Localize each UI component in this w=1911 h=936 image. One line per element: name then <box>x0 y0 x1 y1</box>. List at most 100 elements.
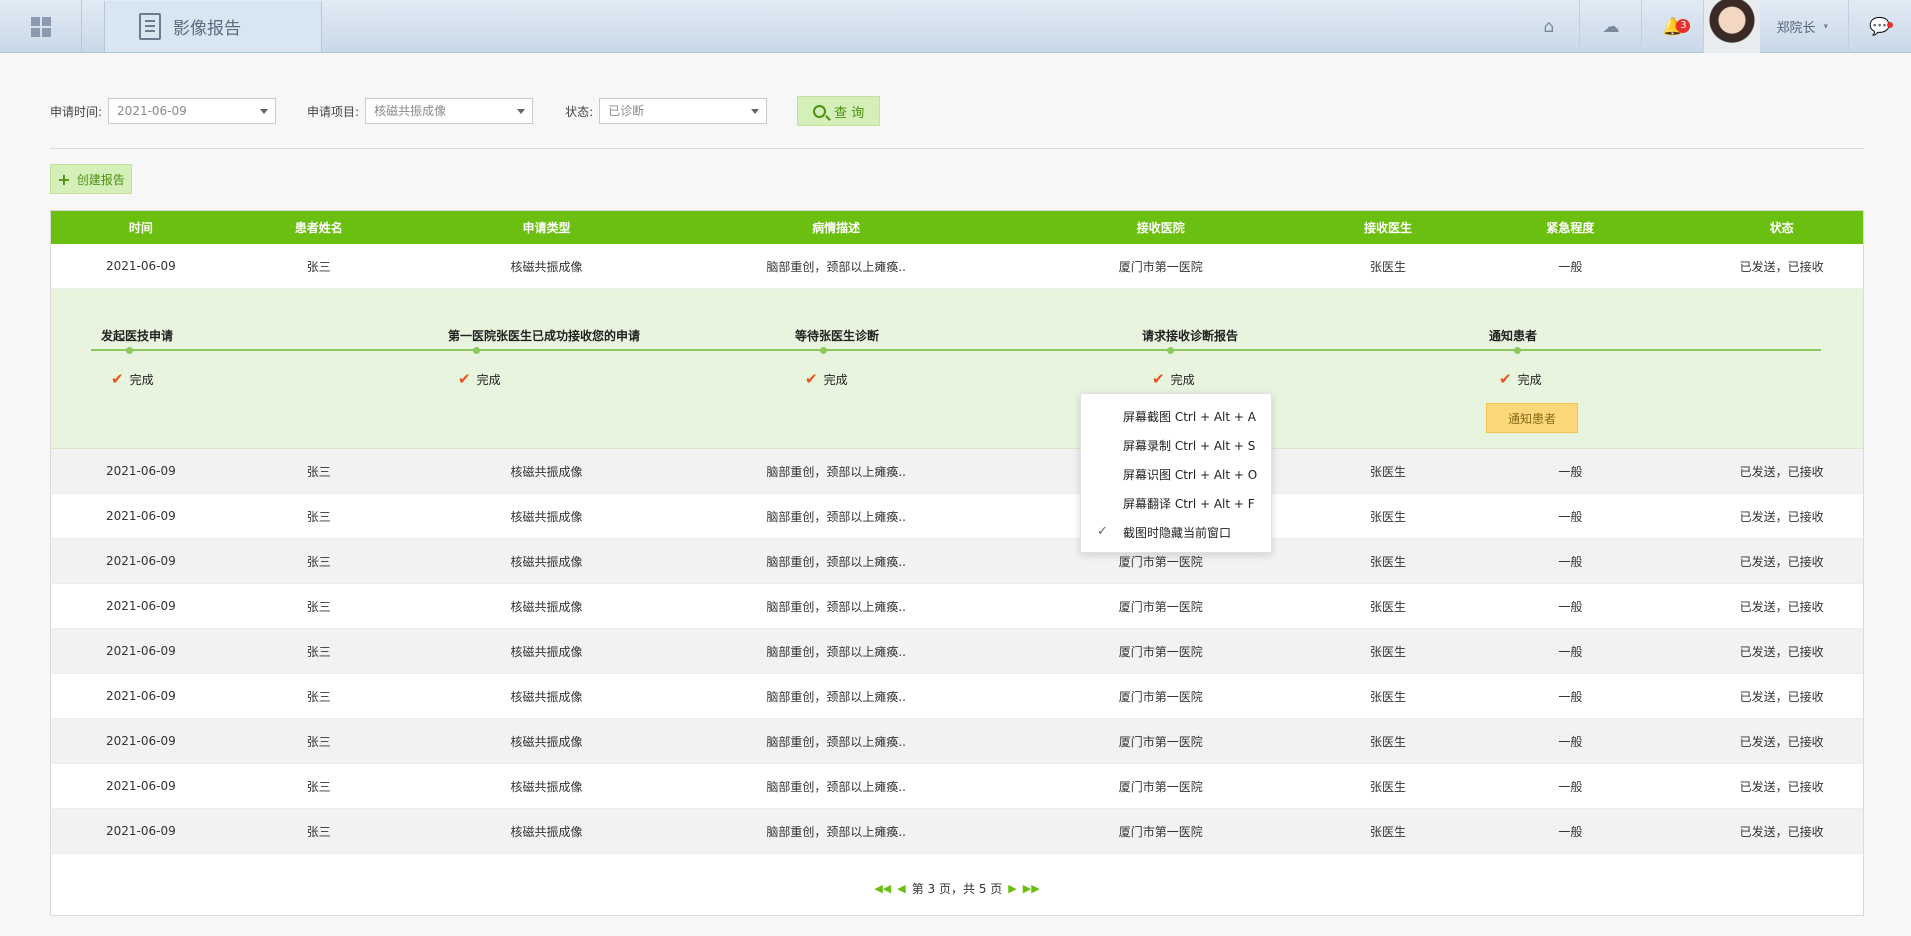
query-button[interactable]: 查 询 <box>797 96 881 126</box>
table-row[interactable]: 2021-06-09 张三 核磁共振成像 脑部重创，颈部以上瘫痪.. 厦门市第一… <box>51 494 1863 539</box>
table-row[interactable]: 2021-06-09 张三 核磁共振成像 脑部重创，颈部以上瘫痪.. 厦门市第一… <box>51 539 1863 584</box>
cell-status: 已发送，已接收 <box>1739 779 1824 794</box>
check-icon: ✔ <box>805 370 818 388</box>
cell-hospital: 厦门市第一医院 <box>1118 259 1203 274</box>
table-row[interactable]: 2021-06-09 张三 核磁共振成像 脑部重创，颈部以上瘫痪.. 厦门市第一… <box>51 449 1863 494</box>
notifications-button[interactable]: 🔔 3 <box>1642 0 1705 53</box>
menu-item-screen-translate[interactable]: 屏幕翻译 Ctrl + Alt + F <box>1081 489 1271 518</box>
cell-description: 脑部重创，颈部以上瘫痪.. <box>766 824 906 839</box>
app-grid-menu-button[interactable] <box>0 0 82 53</box>
cell-type: 核磁共振成像 <box>510 734 583 749</box>
cell-time: 2021-06-09 <box>106 509 176 523</box>
cell-hospital: 厦门市第一医院 <box>1118 644 1203 659</box>
notify-patient-button[interactable]: 通知患者 <box>1486 403 1578 433</box>
date-select[interactable]: 2021-06-09 <box>108 98 277 124</box>
menu-item-screen-ocr[interactable]: 屏幕识图 Ctrl + Alt + O <box>1081 460 1271 489</box>
column-header: 紧急程度 <box>1546 221 1595 235</box>
cell-doctor: 张医生 <box>1370 644 1407 659</box>
home-icon: ⌂ <box>1543 16 1555 37</box>
table-row[interactable]: 2021-06-09 张三 核磁共振成像 脑部重创，颈部以上瘫痪.. 厦门市第一… <box>51 809 1863 854</box>
plus-icon: + <box>57 169 71 189</box>
last-page-icon[interactable]: ▶▶ <box>1023 882 1040 895</box>
cell-time: 2021-06-09 <box>106 599 176 613</box>
cell-description: 脑部重创，颈部以上瘫痪.. <box>766 689 906 704</box>
table-row[interactable]: 2021-06-09 张三 核磁共振成像 脑部重创，颈部以上瘫痪.. 厦门市第一… <box>51 584 1863 629</box>
step-status: ✔ 完成 <box>805 370 848 388</box>
cell-status: 已发送，已接收 <box>1739 464 1824 479</box>
module-tab-imaging-report[interactable]: 影像报告 <box>104 1 322 52</box>
table-row[interactable]: 2021-06-09 张三 核磁共振成像 脑部重创，颈部以上瘫痪.. 厦门市第一… <box>51 244 1863 289</box>
column-header: 接收医生 <box>1364 221 1413 235</box>
cell-doctor: 张医生 <box>1370 689 1407 704</box>
project-select[interactable]: 核磁共振成像 <box>365 98 534 124</box>
messages-button[interactable]: 💬 <box>1849 0 1911 53</box>
timeline-step: 等待张医生诊断 ✔ 完成 <box>795 327 879 388</box>
timeline-step: 通知患者 ✔ 完成 <box>1489 327 1542 388</box>
cell-description: 脑部重创，颈部以上瘫痪.. <box>766 644 906 659</box>
timeline-line <box>91 349 1821 351</box>
cell-doctor: 张医生 <box>1370 599 1407 614</box>
project-value: 核磁共振成像 <box>374 104 447 118</box>
column-header: 时间 <box>128 221 153 235</box>
cell-type: 核磁共振成像 <box>510 779 583 794</box>
cell-status: 已发送，已接收 <box>1739 509 1824 524</box>
cell-description: 脑部重创，颈部以上瘫痪.. <box>766 259 906 274</box>
table-row[interactable]: 2021-06-09 张三 核磁共振成像 脑部重创，颈部以上瘫痪.. 厦门市第一… <box>51 629 1863 674</box>
cell-type: 核磁共振成像 <box>510 644 583 659</box>
cell-urgency: 一般 <box>1558 599 1583 614</box>
next-page-icon[interactable]: ▶ <box>1008 882 1016 895</box>
column-header: 病情描述 <box>812 221 861 235</box>
check-icon: ✔ <box>111 370 124 388</box>
cell-status: 已发送，已接收 <box>1739 599 1824 614</box>
status-select[interactable]: 已诊断 <box>599 98 768 124</box>
menu-item-hide-window[interactable]: ✓ 截图时隐藏当前窗口 <box>1081 518 1271 547</box>
cell-patient: 张三 <box>306 509 331 524</box>
date-label: 申请时间: <box>50 104 103 119</box>
cell-patient: 张三 <box>306 824 331 839</box>
cloud-button[interactable]: ☁ <box>1580 0 1643 53</box>
create-report-label: 创建报告 <box>76 172 125 187</box>
timeline-step: 请求接收诊断报告 ✔ 完成 <box>1142 327 1238 388</box>
cell-urgency: 一般 <box>1558 644 1583 659</box>
cell-status: 已发送，已接收 <box>1739 554 1824 569</box>
screenshot-context-menu: 屏幕截图 Ctrl + Alt + A 屏幕录制 Ctrl + Alt + S … <box>1080 393 1272 553</box>
cell-status: 已发送，已接收 <box>1739 824 1824 839</box>
cell-type: 核磁共振成像 <box>510 259 583 274</box>
chevron-down-icon: ▾ <box>1823 21 1828 32</box>
cell-urgency: 一般 <box>1558 779 1583 794</box>
timeline-step: 发起医技申请 ✔ 完成 <box>101 327 174 388</box>
cell-type: 核磁共振成像 <box>510 689 583 704</box>
divider <box>50 148 1864 149</box>
menu-item-screenshot[interactable]: 屏幕截图 Ctrl + Alt + A <box>1081 402 1271 431</box>
table-row[interactable]: 2021-06-09 张三 核磁共振成像 脑部重创，颈部以上瘫痪.. 厦门市第一… <box>51 764 1863 809</box>
home-button[interactable]: ⌂ <box>1518 0 1581 53</box>
cell-patient: 张三 <box>306 599 331 614</box>
step-status: ✔ 完成 <box>458 370 501 388</box>
status-label: 状态: <box>565 104 594 119</box>
prev-page-icon[interactable]: ◀ <box>897 882 905 895</box>
user-menu[interactable]: 郑院长 ▾ <box>1704 0 1849 53</box>
step-status: ✔ 完成 <box>1152 370 1195 388</box>
module-title: 影像报告 <box>173 19 241 39</box>
cell-time: 2021-06-09 <box>106 644 176 658</box>
cell-doctor: 张医生 <box>1370 554 1407 569</box>
cell-patient: 张三 <box>306 259 331 274</box>
table-row[interactable]: 2021-06-09 张三 核磁共振成像 脑部重创，颈部以上瘫痪.. 厦门市第一… <box>51 674 1863 719</box>
cell-status: 已发送，已接收 <box>1739 259 1824 274</box>
step-title: 发起医技申请 <box>101 329 174 343</box>
cell-description: 脑部重创，颈部以上瘫痪.. <box>766 554 906 569</box>
cell-hospital: 厦门市第一医院 <box>1118 824 1203 839</box>
cell-description: 脑部重创，颈部以上瘫痪.. <box>766 599 906 614</box>
cell-hospital: 厦门市第一医院 <box>1118 689 1203 704</box>
cell-doctor: 张医生 <box>1370 259 1407 274</box>
create-report-button[interactable]: + 创建报告 <box>50 164 132 194</box>
cell-urgency: 一般 <box>1558 554 1583 569</box>
menu-item-screen-record[interactable]: 屏幕录制 Ctrl + Alt + S <box>1081 431 1271 460</box>
dropdown-arrow-icon <box>751 109 760 114</box>
cell-urgency: 一般 <box>1558 509 1583 524</box>
step-dot <box>1514 347 1521 354</box>
first-page-icon[interactable]: ◀◀ <box>874 882 891 895</box>
dropdown-arrow-icon <box>260 109 269 114</box>
table-row[interactable]: 2021-06-09 张三 核磁共振成像 脑部重创，颈部以上瘫痪.. 厦门市第一… <box>51 719 1863 764</box>
grid-icon <box>30 16 51 37</box>
